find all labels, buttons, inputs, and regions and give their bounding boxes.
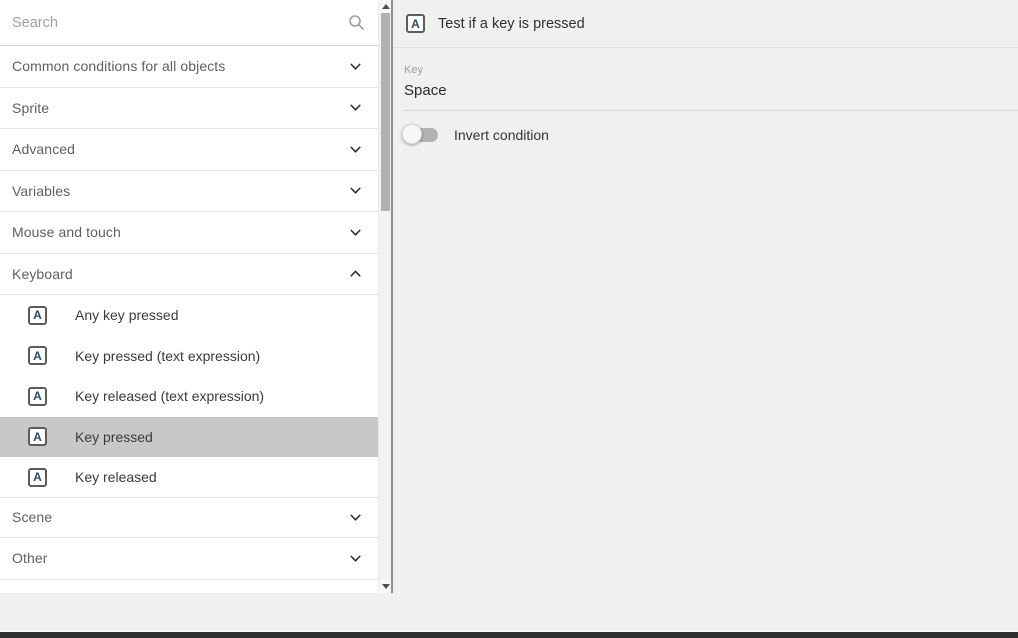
condition-item-label: Key released (text expression) xyxy=(75,388,264,404)
keyboard-key-icon: A xyxy=(28,427,47,446)
category-label: Mouse and touch xyxy=(12,224,347,240)
chevron-down-icon xyxy=(347,58,364,75)
condition-item-label: Key released xyxy=(75,469,157,485)
key-field[interactable]: Key Space xyxy=(404,64,1018,111)
search-input[interactable] xyxy=(12,15,347,31)
sidebar-item-mouse-and-touch[interactable]: Mouse and touch xyxy=(0,212,378,254)
keyboard-key-icon: A xyxy=(28,346,47,365)
category-label: Scene xyxy=(12,509,347,525)
invert-condition-label: Invert condition xyxy=(454,127,549,143)
category-label: Sprite xyxy=(12,100,347,116)
category-label: Keyboard xyxy=(12,266,347,282)
window-bottom-bar xyxy=(0,631,1018,638)
chevron-down-icon xyxy=(347,99,364,116)
sidebar-item-scene[interactable]: Scene xyxy=(0,497,378,539)
scroll-down-arrow-icon xyxy=(382,584,390,589)
chevron-down-icon xyxy=(347,550,364,567)
condition-title: Test if a key is pressed xyxy=(438,16,585,32)
category-label: Other xyxy=(12,550,347,566)
scroll-up-arrow-icon xyxy=(382,4,390,9)
condition-sidebar: Common conditions for all objects Sprite… xyxy=(0,0,378,593)
condition-item-key-pressed[interactable]: A Key pressed xyxy=(0,417,378,458)
condition-item-key-released-text-expression[interactable]: A Key released (text expression) xyxy=(0,376,378,417)
keyboard-key-icon: A xyxy=(28,306,47,325)
category-label: Variables xyxy=(12,183,347,199)
sidebar-item-sprite[interactable]: Sprite xyxy=(0,88,378,130)
toggle-thumb xyxy=(402,124,422,144)
condition-item-key-released[interactable]: A Key released xyxy=(0,457,378,498)
condition-item-label: Key pressed xyxy=(75,429,153,445)
category-label: Common conditions for all objects xyxy=(12,58,347,74)
condition-detail-panel: A Test if a key is pressed Key Space Inv… xyxy=(393,0,1018,593)
condition-item-key-pressed-text-expression[interactable]: A Key pressed (text expression) xyxy=(0,336,378,377)
sidebar-item-advanced[interactable]: Advanced xyxy=(0,129,378,171)
dialog-footer xyxy=(0,593,1018,632)
chevron-up-icon xyxy=(347,265,364,282)
key-field-label: Key xyxy=(404,64,1018,76)
invert-condition-toggle[interactable] xyxy=(402,124,440,145)
sidebar-item-keyboard[interactable]: Keyboard xyxy=(0,254,378,296)
keyboard-key-icon: A xyxy=(406,14,425,33)
keyboard-key-icon: A xyxy=(28,387,47,406)
chevron-down-icon xyxy=(347,224,364,241)
condition-item-label: Any key pressed xyxy=(75,307,179,323)
detail-header: A Test if a key is pressed xyxy=(393,0,1018,48)
sidebar-item-common-conditions[interactable]: Common conditions for all objects xyxy=(0,46,378,88)
sidebar-item-other[interactable]: Other xyxy=(0,538,378,580)
condition-item-any-key-pressed[interactable]: A Any key pressed xyxy=(0,295,378,336)
condition-editor-dialog: Common conditions for all objects Sprite… xyxy=(0,0,1018,638)
chevron-down-icon xyxy=(347,182,364,199)
key-field-value[interactable]: Space xyxy=(404,82,1018,99)
chevron-down-icon xyxy=(347,509,364,526)
invert-condition-row: Invert condition xyxy=(402,124,1018,145)
condition-item-label: Key pressed (text expression) xyxy=(75,348,260,364)
chevron-down-icon xyxy=(347,141,364,158)
keyboard-key-icon: A xyxy=(28,468,47,487)
sidebar-scrollbar[interactable] xyxy=(378,0,391,593)
sidebar-item-variables[interactable]: Variables xyxy=(0,171,378,213)
search-icon xyxy=(347,13,366,32)
scrollbar-thumb[interactable] xyxy=(381,13,390,211)
category-label: Advanced xyxy=(12,141,347,157)
search-row xyxy=(0,0,378,46)
